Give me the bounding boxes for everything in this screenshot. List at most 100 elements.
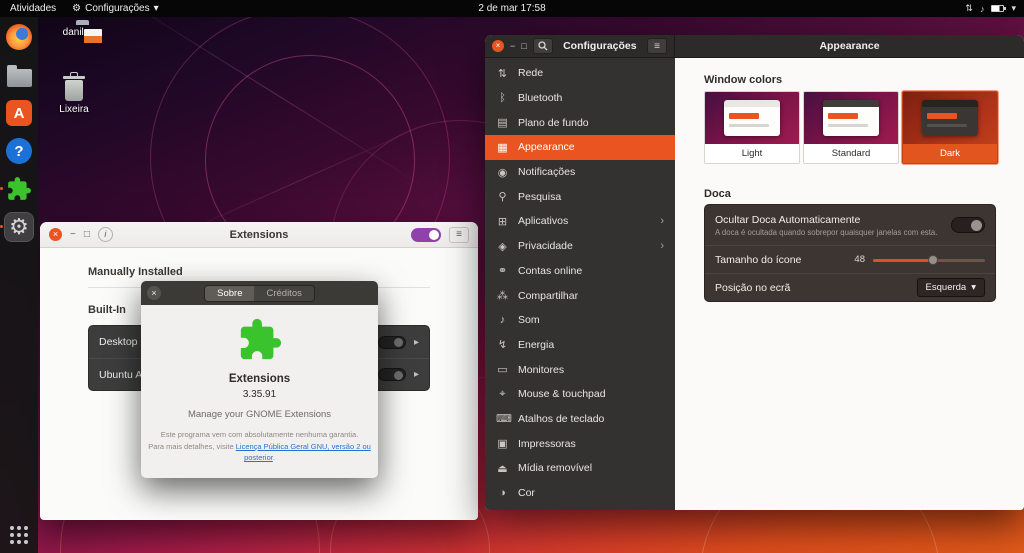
dock-settings[interactable]: ⚙ bbox=[0, 213, 33, 241]
settings-window: × − □ Configurações ≡ Appearance ⇅ Rede ᛒ… bbox=[485, 35, 1024, 510]
sidebar-item-color[interactable]: ◑ Cor bbox=[485, 481, 675, 506]
close-button[interactable]: × bbox=[49, 228, 62, 241]
menu-icon[interactable]: ≡ bbox=[647, 38, 667, 54]
sidebar-item-bluetooth[interactable]: ᛒ Bluetooth bbox=[485, 86, 675, 111]
privacy-icon: ◈ bbox=[498, 240, 507, 253]
extensions-titlebar[interactable]: × − □ i Extensions ≡ bbox=[40, 222, 478, 248]
extension-toggle[interactable] bbox=[377, 368, 406, 381]
top-bar: Atividades ⚙ Configurações ▾ 2 de mar 17… bbox=[0, 0, 1024, 17]
volume-icon: ♪ bbox=[979, 3, 985, 14]
background-icon: ▤ bbox=[497, 117, 508, 130]
sidebar-label: Aplicativos bbox=[518, 215, 569, 228]
sidebar-item-privacy[interactable]: ◈ Privacidade › bbox=[485, 234, 675, 259]
battery-icon bbox=[991, 5, 1007, 12]
sidebar-item-network[interactable]: ⇅ Rede bbox=[485, 61, 675, 86]
chevron-down-icon: ▾ bbox=[971, 282, 976, 293]
focused-app-menu[interactable]: ⚙ Configurações ▾ bbox=[72, 3, 158, 14]
maximize-button[interactable]: □ bbox=[521, 41, 526, 51]
about-dialog-titlebar: × Sobre Créditos bbox=[141, 281, 378, 305]
sidebar-item-removable-media[interactable]: ⏏ Mídia removível bbox=[485, 456, 675, 481]
removable-media-icon: ⏏ bbox=[497, 462, 508, 475]
network-icon: ⇅ bbox=[497, 67, 508, 80]
desktop: Atividades ⚙ Configurações ▾ 2 de mar 17… bbox=[0, 0, 1024, 553]
extension-toggle[interactable] bbox=[377, 335, 406, 349]
sidebar-label: Notificações bbox=[518, 166, 576, 179]
sidebar-label: Monitores bbox=[518, 363, 565, 376]
settings-titlebar-left[interactable]: × − □ Configurações ≡ bbox=[485, 35, 675, 57]
maximize-button[interactable]: □ bbox=[84, 229, 90, 240]
show-applications-button[interactable] bbox=[10, 526, 28, 544]
sidebar-label: Mouse & touchpad bbox=[518, 388, 606, 401]
gear-icon: ⚙ bbox=[72, 3, 82, 14]
position-dropdown[interactable]: Esquerda ▾ bbox=[916, 278, 985, 297]
desktop-icon-home[interactable]: danilo bbox=[50, 24, 102, 43]
sidebar-label: Appearance bbox=[518, 141, 575, 154]
files-icon bbox=[6, 64, 32, 87]
sidebar-item-search[interactable]: ⚲ Pesquisa bbox=[485, 184, 675, 209]
system-status-area[interactable]: ⇅ ♪ ▾ bbox=[965, 0, 1016, 17]
sidebar-item-online-accounts[interactable]: ⚭ Contas online bbox=[485, 259, 675, 284]
extensions-puzzle-icon bbox=[8, 177, 31, 200]
details-prefix: Para mais detalhes, visite bbox=[148, 441, 236, 451]
slider-knob[interactable] bbox=[928, 254, 938, 265]
sidebar-label: Som bbox=[518, 314, 540, 327]
minimize-button[interactable]: − bbox=[70, 229, 76, 240]
desktop-icon-label: Lixeira bbox=[59, 104, 89, 115]
sidebar-item-power[interactable]: ↯ Energia bbox=[485, 333, 675, 358]
dock-help[interactable]: ? bbox=[5, 137, 33, 165]
menu-icon[interactable]: ≡ bbox=[449, 226, 469, 243]
sidebar-item-displays[interactable]: ▭ Monitores bbox=[485, 357, 675, 382]
tab-sobre[interactable]: Sobre bbox=[205, 285, 255, 301]
chevron-down-icon: ▾ bbox=[153, 3, 159, 14]
bluetooth-icon: ᛒ bbox=[499, 92, 506, 105]
sidebar-item-mouse[interactable]: ⌖ Mouse & touchpad bbox=[485, 382, 675, 407]
app-version: 3.35.91 bbox=[242, 389, 277, 400]
close-button[interactable]: × bbox=[492, 40, 504, 52]
sidebar-item-appearance[interactable]: ▦ Appearance bbox=[485, 135, 675, 160]
minimize-button[interactable]: − bbox=[510, 41, 515, 51]
theme-option-dark[interactable]: Dark bbox=[902, 91, 998, 164]
sidebar-item-printers[interactable]: ▣ Impressoras bbox=[485, 431, 675, 456]
sidebar-item-background[interactable]: ▤ Plano de fundo bbox=[485, 110, 675, 135]
sidebar-item-applications[interactable]: ⊞ Aplicativos › bbox=[485, 209, 675, 234]
dock-firefox[interactable] bbox=[5, 23, 33, 51]
extensions-master-toggle[interactable] bbox=[411, 227, 441, 242]
window-colors-heading: Window colors bbox=[704, 74, 783, 86]
sidebar-label: Contas online bbox=[518, 264, 583, 277]
dock-files[interactable] bbox=[5, 61, 33, 89]
sidebar-item-notifications[interactable]: ◉ Notificações bbox=[485, 160, 675, 185]
chevron-right-icon[interactable]: ▸ bbox=[414, 369, 419, 380]
sidebar-item-sharing[interactable]: ⁂ Compartilhar bbox=[485, 283, 675, 308]
dock-heading: Doca bbox=[704, 188, 731, 200]
info-button[interactable]: i bbox=[97, 227, 113, 242]
sidebar-item-sound[interactable]: ♪ Som bbox=[485, 308, 675, 333]
desktop-icon-trash[interactable]: Lixeira bbox=[48, 72, 100, 115]
clock-button[interactable]: 2 de mar 17:58 bbox=[478, 3, 545, 14]
license-link[interactable]: Licença Pública Geral GNU, versão 2 ou p… bbox=[236, 442, 371, 463]
search-button[interactable] bbox=[532, 38, 553, 54]
applications-icon: ⊞ bbox=[497, 215, 508, 228]
search-icon: ⚲ bbox=[498, 191, 507, 204]
window-title: Configurações bbox=[563, 40, 637, 52]
section-heading: Manually Installed bbox=[88, 266, 183, 278]
sidebar-label: Mídia removível bbox=[518, 462, 593, 475]
icon-size-slider[interactable] bbox=[873, 254, 985, 266]
position-value: Esquerda bbox=[925, 282, 967, 293]
hide-dock-toggle[interactable] bbox=[951, 217, 985, 233]
close-button[interactable]: × bbox=[147, 286, 161, 300]
chevron-right-icon[interactable]: ▸ bbox=[414, 337, 419, 348]
about-dialog-body: Extensions 3.35.91 Manage your GNOME Ext… bbox=[141, 305, 378, 464]
tab-creditos[interactable]: Créditos bbox=[254, 285, 314, 301]
dock-ubuntu-software[interactable]: A bbox=[5, 99, 33, 127]
theme-option-standard[interactable]: Standard bbox=[803, 91, 899, 164]
dock-extensions[interactable] bbox=[0, 175, 33, 203]
theme-option-light[interactable]: Light bbox=[704, 91, 800, 164]
sidebar-item-keyboard[interactable]: ⌨ Atalhos de teclado bbox=[485, 407, 675, 432]
toggle-knob bbox=[429, 229, 439, 240]
displays-icon: ▭ bbox=[497, 364, 508, 377]
details-suffix: . bbox=[272, 453, 275, 463]
activities-button[interactable]: Atividades bbox=[10, 3, 56, 14]
sidebar-label: Impressoras bbox=[518, 437, 576, 450]
online-accounts-icon: ⚭ bbox=[497, 265, 508, 278]
theme-label: Light bbox=[741, 148, 763, 159]
